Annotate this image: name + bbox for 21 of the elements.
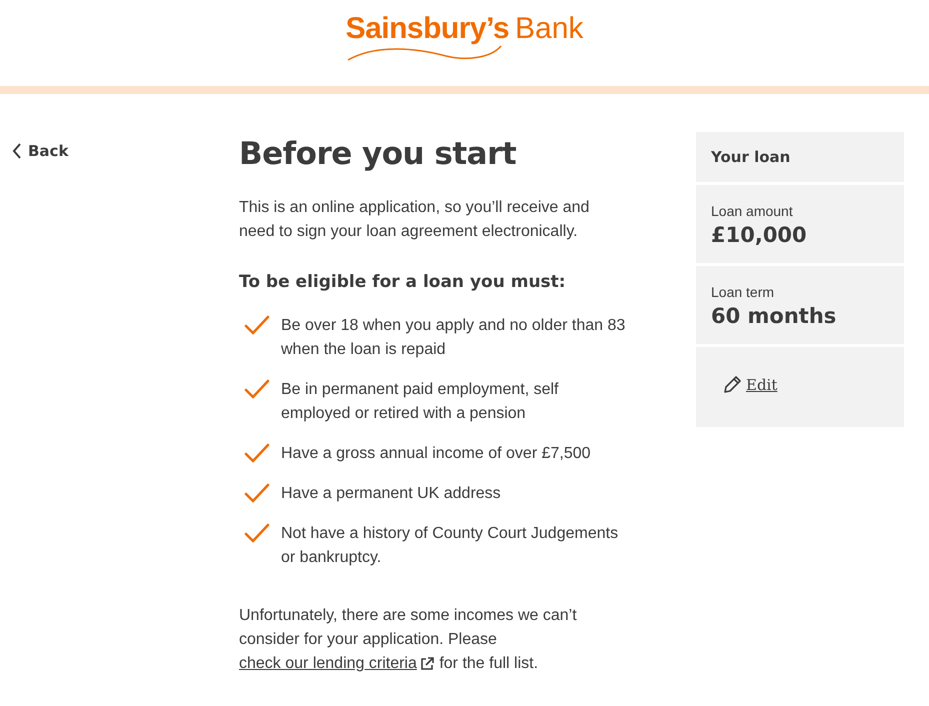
eligibility-item: Have a gross annual income of over £7,500 (281, 444, 591, 464)
criteria-note: Unfortunately, there are some incomes we can’t consider for your application. Please check our lending criteria for the full list. (239, 604, 629, 676)
field-label: Loan term (711, 284, 776, 300)
eligibility-item: Be in permanent paid employment, self employed or retired with a pension (281, 380, 560, 424)
eligibility-item: Be over 18 when you apply and no older than 83 when the loan is repaid (281, 316, 626, 360)
field-label: Loan amount (711, 203, 794, 219)
bank-logo: Sainsbury’s Bank (346, 12, 584, 64)
pencil-icon (722, 375, 742, 395)
summary-header: Your loan (696, 132, 904, 182)
external-link-icon (418, 656, 435, 672)
back-link[interactable]: Back (12, 142, 68, 160)
intro-text: This is an online application, so you’ll receive and need to sign your loan agreement electronically. (239, 198, 590, 242)
field-value: £10,000 (711, 223, 808, 247)
chevron-left-icon (12, 143, 22, 159)
field-value: 60 months (711, 304, 838, 328)
eligibility-heading: To be eligible for a loan you must: (239, 272, 567, 292)
lending-criteria-link[interactable]: check our lending criteria (239, 652, 435, 676)
edit-link[interactable]: Edit (722, 375, 778, 395)
eligibility-item: Have a permanent UK address (281, 484, 501, 504)
eligibility-item: Not have a history of County Court Judgements or bankruptcy. (281, 524, 620, 568)
page-title: Before you start (239, 136, 518, 172)
